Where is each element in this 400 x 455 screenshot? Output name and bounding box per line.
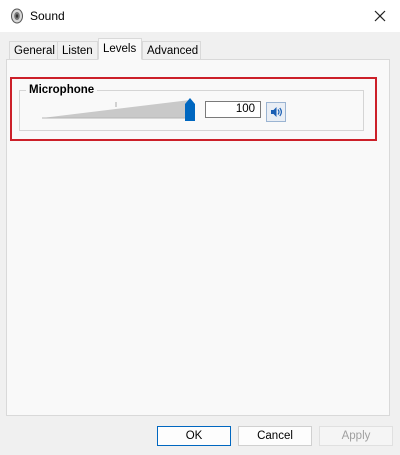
title-bar: Sound xyxy=(0,0,400,32)
window-title: Sound xyxy=(30,9,65,23)
mute-button[interactable] xyxy=(266,102,286,122)
cancel-button[interactable]: Cancel xyxy=(238,426,312,446)
tab-levels[interactable]: Levels xyxy=(98,38,142,60)
close-icon[interactable] xyxy=(370,6,390,26)
ok-button[interactable]: OK xyxy=(157,426,231,446)
tab-general[interactable]: General xyxy=(9,41,58,59)
apply-button[interactable]: Apply xyxy=(319,426,393,446)
tab-strip: General Listen Levels Advanced xyxy=(0,38,400,60)
microphone-level-input[interactable]: 100 xyxy=(205,101,261,118)
tab-advanced[interactable]: Advanced xyxy=(142,41,201,59)
speaker-volume-icon xyxy=(271,107,282,117)
microphone-level-slider[interactable] xyxy=(42,98,202,122)
speaker-icon xyxy=(11,8,23,24)
tab-listen[interactable]: Listen xyxy=(57,41,98,59)
microphone-group-label: Microphone xyxy=(26,84,98,96)
